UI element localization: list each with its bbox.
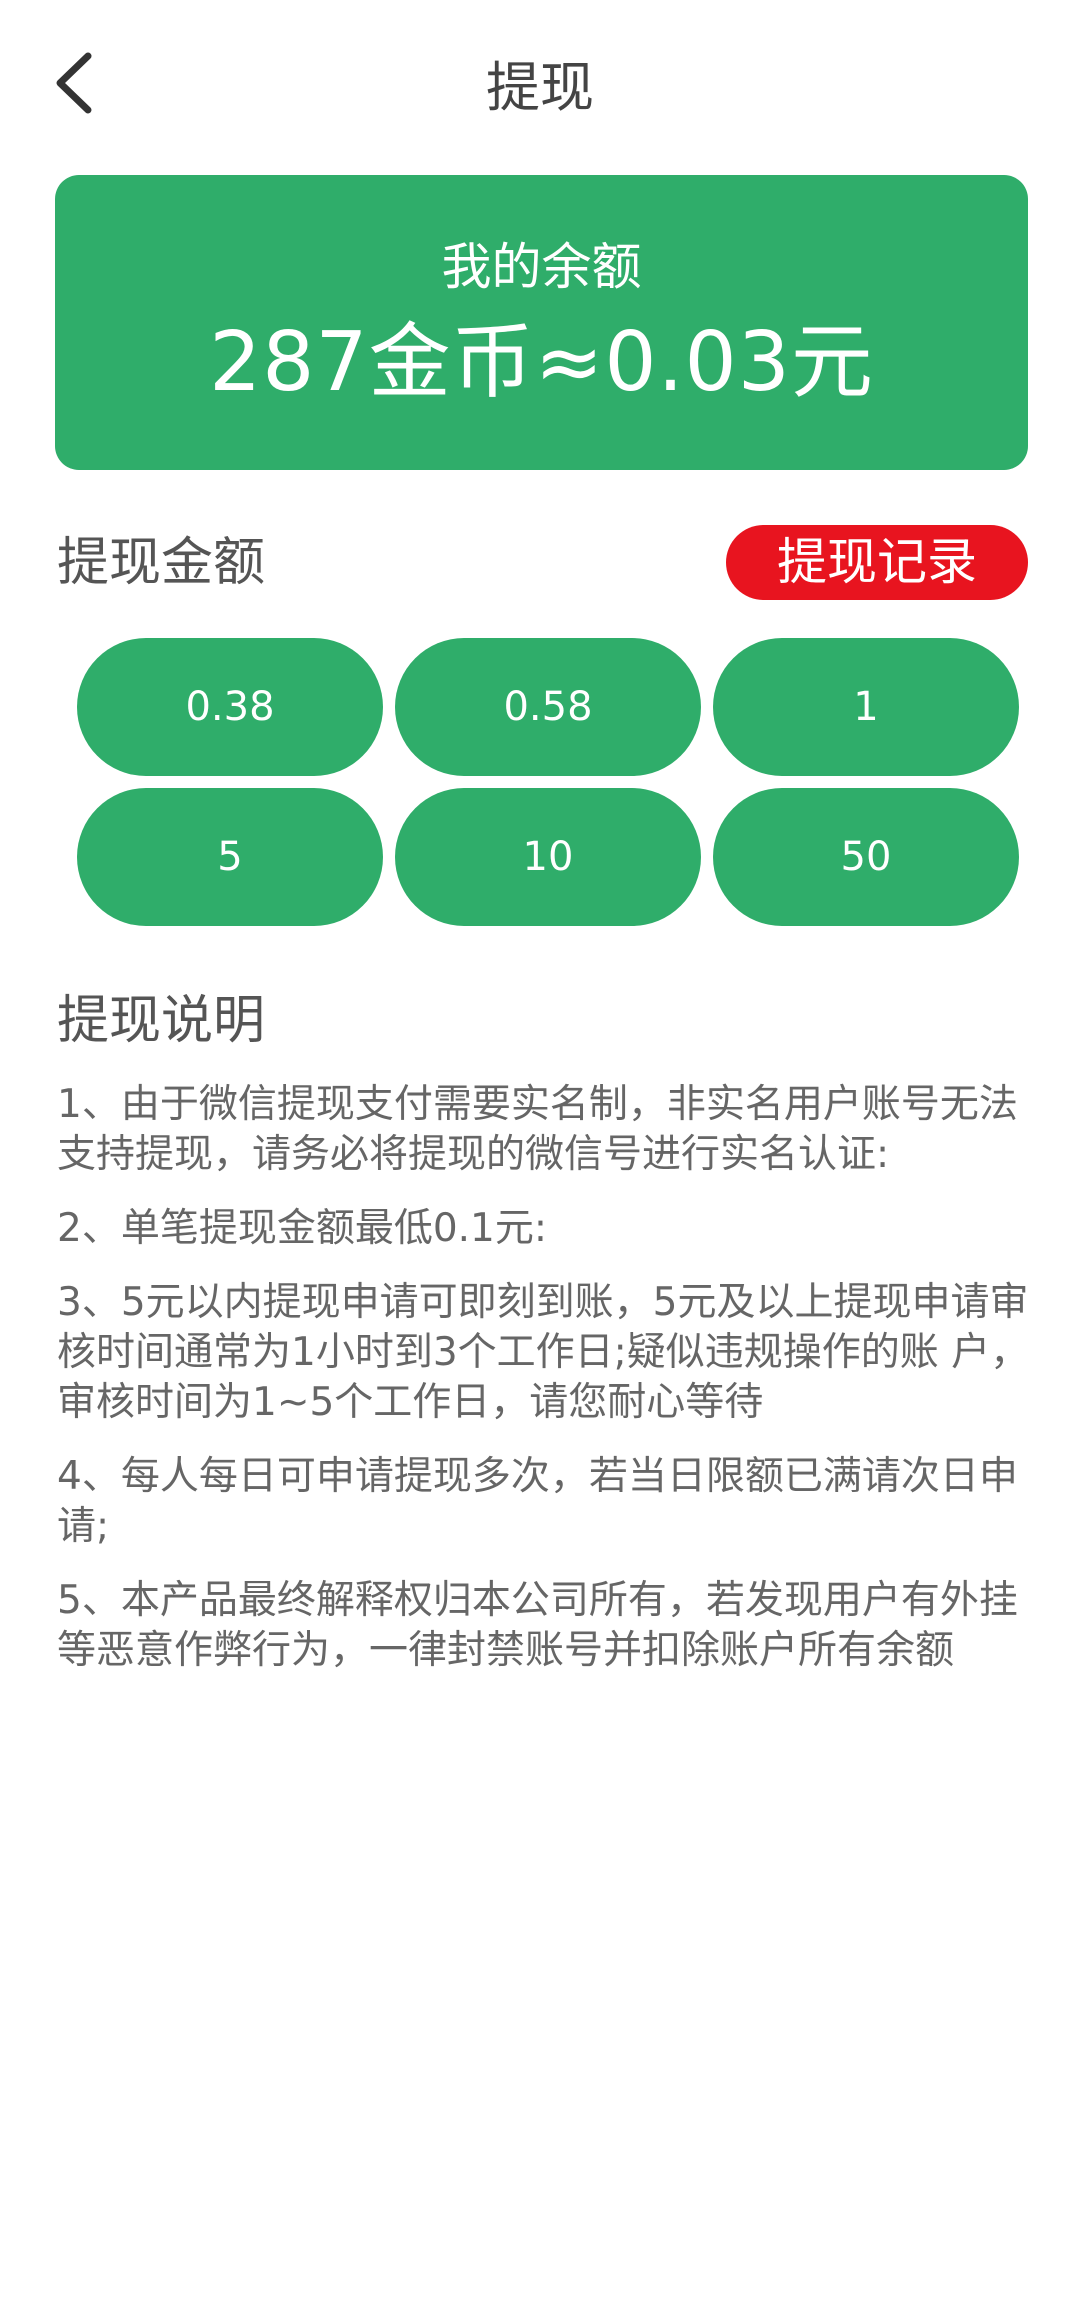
description-item: 1、由于微信提现支付需要实名制，非实名用户账号无法支持提现，请务必将提现的微信号… xyxy=(57,1082,1018,1177)
description-item: 5、本产品最终解释权归本公司所有，若发现用户有外挂等恶意作弊行为，一律封禁账号并… xyxy=(57,1578,1018,1673)
balance-label: 我的余额 xyxy=(441,238,642,296)
withdraw-amount-title: 提现金额 xyxy=(57,533,266,593)
balance-value: 287金币≈0.03元 xyxy=(209,315,874,410)
amount-option-button[interactable]: 0.38 xyxy=(77,638,383,776)
amount-option-button[interactable]: 5 xyxy=(77,788,383,926)
description-item: 3、5元以内提现申请可即刻到账，5元及以上提现申请审核时间通常为1小时到3个工作… xyxy=(57,1280,1030,1425)
page-title: 提现 xyxy=(486,56,594,119)
withdraw-description-list: 1、由于微信提现支付需要实名制，非实名用户账号无法支持提现，请务必将提现的微信号… xyxy=(57,1080,1032,1700)
amount-option-button[interactable]: 50 xyxy=(713,788,1019,926)
top-bar: 提现 xyxy=(0,0,1080,175)
withdraw-description-title: 提现说明 xyxy=(57,991,266,1051)
description-item: 4、每人每日可申请提现多次，若当日限额已满请次日申请; xyxy=(57,1454,1018,1549)
amount-option-button[interactable]: 10 xyxy=(395,788,701,926)
description-item: 2、单笔提现金额最低0.1元: xyxy=(57,1206,547,1251)
withdraw-records-button[interactable]: 提现记录 xyxy=(726,525,1028,600)
amount-option-button[interactable]: 0.58 xyxy=(395,638,701,776)
balance-card: 我的余额 287金币≈0.03元 xyxy=(55,175,1028,470)
amount-option-button[interactable]: 1 xyxy=(713,638,1019,776)
